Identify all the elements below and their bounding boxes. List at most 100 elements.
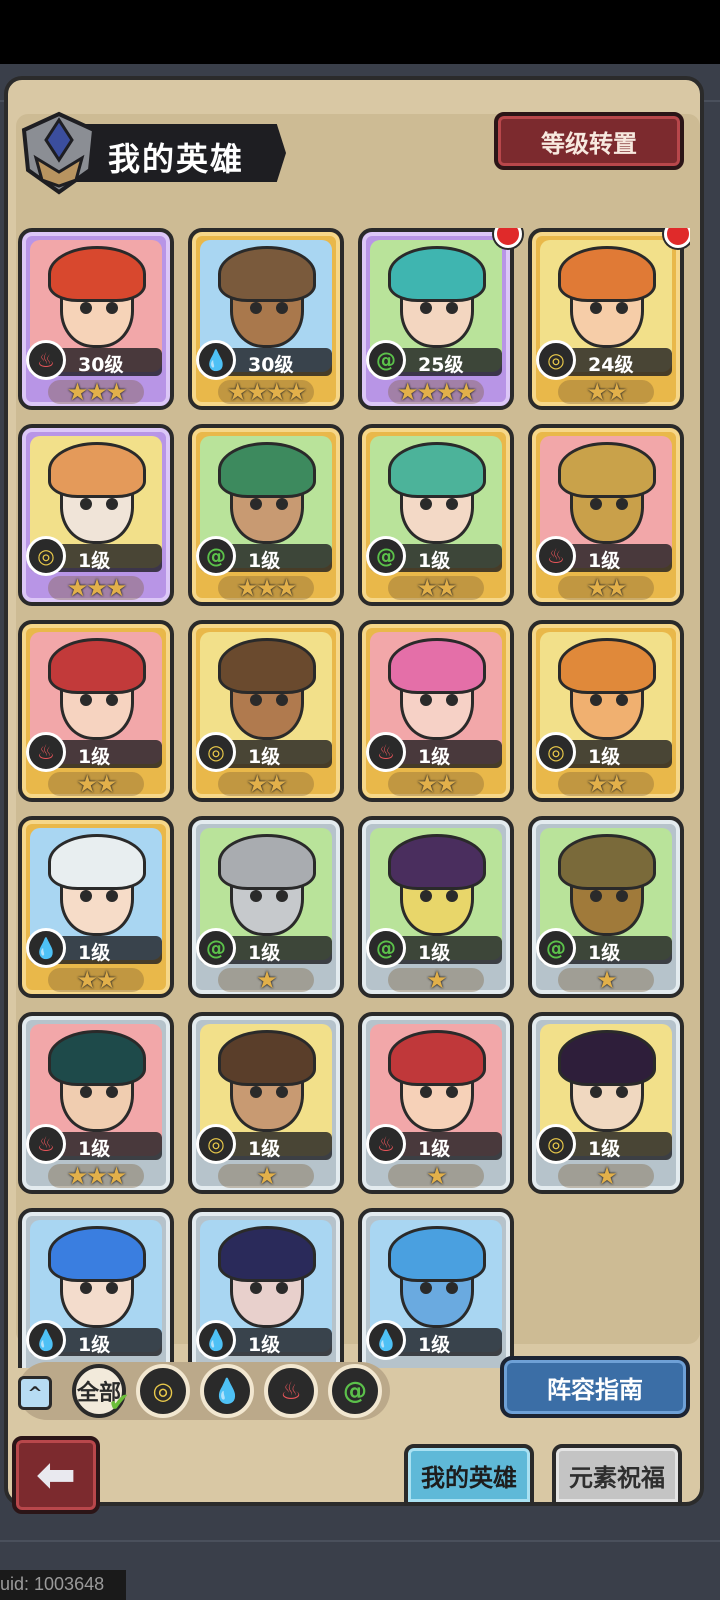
back-button[interactable]: ⬅	[12, 1436, 100, 1514]
hero-card[interactable]: ♨ 1级 ★★	[358, 620, 514, 802]
hero-eye	[420, 694, 432, 706]
hero-level: 1级	[418, 550, 451, 572]
hero-eye	[616, 694, 628, 706]
hero-level: 1级	[78, 1334, 111, 1356]
lineup-guide-button[interactable]: 阵容指南	[500, 1356, 690, 1418]
hero-hair	[558, 638, 656, 694]
hero-card[interactable]: @1级 ★	[188, 816, 344, 998]
hero-level: 1级	[78, 1138, 111, 1160]
earth-element-icon: ◎	[196, 1124, 236, 1164]
level-transfer-button[interactable]: 等级转置	[494, 112, 684, 170]
hero-level-bar: ♨ 1级	[536, 536, 672, 576]
hero-stars: ★	[596, 1162, 618, 1190]
hero-eye	[616, 1086, 628, 1098]
hero-card[interactable]: ♨ 1级 ★	[358, 1012, 514, 1194]
hero-card[interactable]: 💧 1级	[358, 1208, 514, 1368]
hero-level: 1级	[418, 1334, 451, 1356]
hero-level: 25级	[418, 354, 464, 376]
hero-eye	[250, 694, 262, 706]
hero-eye	[106, 302, 118, 314]
hero-card[interactable]: @1级 ★	[358, 816, 514, 998]
hero-card[interactable]: @1级 ★★	[358, 424, 514, 606]
hero-level-bar: 💧 30级	[196, 340, 332, 380]
hero-card[interactable]: 💧 1级	[18, 1208, 174, 1368]
hero-eye	[420, 1086, 432, 1098]
hero-level-bar: 💧 1级	[26, 928, 162, 968]
hero-level: 1级	[78, 746, 111, 768]
hero-card[interactable]: ♨ 30级 ★★★	[18, 228, 174, 410]
water-element-icon: 💧	[26, 1320, 66, 1360]
hero-level: 1级	[588, 746, 621, 768]
hero-eye	[80, 890, 92, 902]
hero-stars: ★★	[76, 770, 117, 798]
filter-earth-button[interactable]: ◎	[136, 1364, 190, 1418]
tab-my-heroes[interactable]: 我的英雄	[404, 1444, 534, 1506]
hero-card[interactable]: ◎ 1级 ★★★	[18, 424, 174, 606]
hero-card[interactable]: ◎ 24级 ★★	[528, 228, 684, 410]
hero-card[interactable]: @1级 ★	[528, 816, 684, 998]
hero-hair	[218, 442, 316, 498]
hero-card[interactable]: 💧 1级 ★★	[18, 816, 174, 998]
hero-eye	[250, 1086, 262, 1098]
hero-card[interactable]: ♨ 1级 ★★★	[18, 1012, 174, 1194]
hero-card[interactable]: ◎ 1级 ★★	[188, 620, 344, 802]
hero-level: 1级	[78, 942, 111, 964]
hero-hair	[388, 246, 486, 302]
hero-eye	[420, 890, 432, 902]
hero-stars: ★★★	[66, 378, 128, 406]
collapse-filter-button[interactable]: ^	[18, 1376, 52, 1410]
hero-eye	[276, 498, 288, 510]
hero-eye	[446, 694, 458, 706]
hero-stars: ★★	[586, 770, 627, 798]
hero-grid: ♨ 30级 ★★★ 💧 30级 ★★★★ @25级 ★★★★ ◎ 24级 ★★ ◎ 1级 ★★★ @1级 ★★…	[18, 228, 690, 1368]
hero-level-bar: ♨ 1级	[366, 1124, 502, 1164]
hero-hair	[558, 1030, 656, 1086]
hero-eye	[590, 498, 602, 510]
hero-stars: ★★★	[236, 574, 298, 602]
water-element-icon: 💧	[366, 1320, 406, 1360]
hero-stars: ★★	[586, 574, 627, 602]
hero-eye	[106, 1086, 118, 1098]
hero-card[interactable]: ♨ 1级 ★★	[528, 424, 684, 606]
hero-card[interactable]: @1级 ★★★	[188, 424, 344, 606]
hero-level-bar: @25级	[366, 340, 502, 380]
hero-card[interactable]: ◎ 1级 ★	[528, 1012, 684, 1194]
hero-card[interactable]: @25级 ★★★★	[358, 228, 514, 410]
hero-hair	[48, 442, 146, 498]
hero-level: 1级	[248, 1138, 281, 1160]
earth-element-icon: ◎	[536, 340, 576, 380]
hero-stars: ★	[426, 1162, 448, 1190]
filter-wind-button[interactable]: @	[328, 1364, 382, 1418]
hero-hair	[218, 1226, 316, 1282]
hero-eye	[80, 694, 92, 706]
hero-card[interactable]: 💧 1级	[188, 1208, 344, 1368]
hero-level-bar: @1级	[536, 928, 672, 968]
hero-eye	[590, 302, 602, 314]
hero-stars: ★★	[416, 770, 457, 798]
hero-hair	[48, 834, 146, 890]
hero-level-bar: ♨ 30级	[26, 340, 162, 380]
fire-element-icon: ♨	[366, 1124, 406, 1164]
hero-level-bar: ♨ 1级	[366, 732, 502, 772]
filter-all-button[interactable]: 全部 ✔	[72, 1364, 130, 1418]
hero-hair	[558, 246, 656, 302]
hero-level-bar: 💧 1级	[26, 1320, 162, 1360]
hero-stars: ★	[426, 966, 448, 994]
hero-card[interactable]: ◎ 1级 ★	[188, 1012, 344, 1194]
hero-eye	[250, 498, 262, 510]
hero-card[interactable]: ♨ 1级 ★★	[18, 620, 174, 802]
hero-eye	[80, 1282, 92, 1294]
hero-eye	[106, 1282, 118, 1294]
hero-hair	[558, 834, 656, 890]
filter-water-button[interactable]: 💧	[200, 1364, 254, 1418]
filter-fire-button[interactable]: ♨	[264, 1364, 318, 1418]
hero-hair	[388, 834, 486, 890]
hero-eye	[616, 890, 628, 902]
hero-stars: ★	[256, 966, 278, 994]
hero-level: 1级	[588, 550, 621, 572]
hero-card[interactable]: ◎ 1级 ★★	[528, 620, 684, 802]
hero-level-bar: 💧 1级	[196, 1320, 332, 1360]
hero-card[interactable]: 💧 30级 ★★★★	[188, 228, 344, 410]
tab-element-blessing[interactable]: 元素祝福	[552, 1444, 682, 1506]
wind-element-icon: @	[196, 928, 236, 968]
